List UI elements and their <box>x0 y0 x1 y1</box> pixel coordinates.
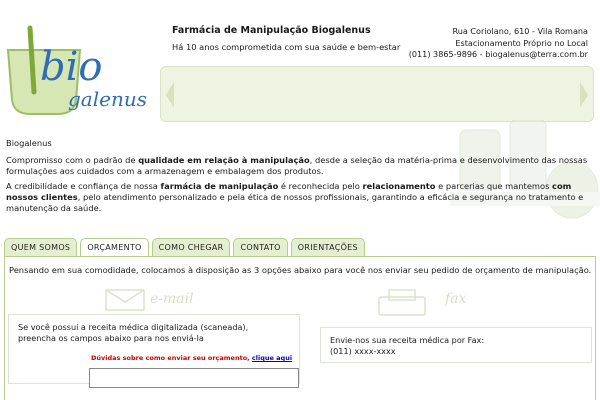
text-fragment: , pelo atendimento personalizado e pela … <box>6 192 584 213</box>
address-contact: (011) 3865-9896 - biogalenus@terra.com.b… <box>408 49 588 59</box>
tab-orcamento[interactable]: ORÇAMENTO <box>80 238 149 257</box>
text-fragment: é reconhecida pelo <box>278 181 363 191</box>
email-instructions-line1: Se você possui a receita médica digitali… <box>18 322 249 332</box>
text-fragment: Compromisso com o padrão de <box>6 155 139 165</box>
intro-paragraph-2: A credibilidade e confiança de nossa far… <box>6 181 592 214</box>
fax-instructions: Envie-nos sua receita médica por Fax: <box>330 335 485 345</box>
tab-orientacoes[interactable]: ORIENTAÇÕES <box>290 238 365 256</box>
text-fragment: A credibilidade e confiança de nossa <box>6 181 161 191</box>
fax-option-box: Envie-nos sua receita médica por Fax: (0… <box>320 327 592 363</box>
tab-contato[interactable]: CONTATO <box>233 238 288 256</box>
email-instructions-line2: preencha os campos abaixo para nos enviá… <box>18 333 204 343</box>
text-highlight: qualidade em relação à manipulação <box>138 155 310 165</box>
email-form-field[interactable] <box>89 368 299 388</box>
site-subtitle: Há 10 anos comprometida com sua saúde e … <box>172 42 401 52</box>
help-text: Dúvidas sobre como enviar seu orçamento,… <box>91 353 292 364</box>
tab-como-chegar[interactable]: COMO CHEGAR <box>151 238 231 256</box>
chevron-left-icon[interactable] <box>164 80 176 110</box>
help-link[interactable]: clique aqui <box>252 354 292 362</box>
intro-section: Biogalenus Compromisso com o padrão de q… <box>6 138 592 218</box>
tab-quem-somos[interactable]: QUEM SOMOS <box>4 238 78 256</box>
fax-watermark: fax <box>445 291 467 307</box>
panel-intro-text: Pensando em sua comodidade, colocamos à … <box>9 265 592 275</box>
banner-slider <box>160 66 594 122</box>
email-watermark: e-mail <box>150 291 194 307</box>
text-highlight: farmácia de manipulação <box>160 181 279 191</box>
fax-machine-icon <box>378 289 426 316</box>
address-block: Rua Coriolano, 610 - Vila Romana Estacio… <box>409 26 588 61</box>
address-parking: Estacionamento Próprio no Local <box>455 37 588 48</box>
help-label: Dúvidas sobre como enviar seu orçamento, <box>91 354 252 362</box>
envelope-icon <box>105 289 145 311</box>
chevron-right-icon[interactable] <box>578 80 590 110</box>
tab-panel-orcamento: Pensando em sua comodidade, colocamos à … <box>4 256 596 400</box>
email-option-box: Se você possui a receita médica digitali… <box>8 314 300 388</box>
logo-text-bottom: galenus <box>68 87 147 111</box>
logo-text-top: bio <box>40 44 102 90</box>
address-street: Rua Coriolano, 610 - Vila Romana <box>452 26 588 36</box>
intro-paragraph-1: Compromisso com o padrão de qualidade em… <box>6 155 592 177</box>
biogalenus-logo: bio galenus <box>6 25 147 115</box>
fax-number: (011) xxxx-xxxx <box>330 346 396 356</box>
text-highlight: relacionamento <box>362 181 436 191</box>
intro-title: Biogalenus <box>6 138 52 148</box>
site-title: Farmácia de Manipulação Biogalenus <box>172 25 371 36</box>
tab-bar: QUEM SOMOS ORÇAMENTO COMO CHEGAR CONTATO… <box>4 238 368 257</box>
text-fragment: e parcerias que mantemos <box>435 181 553 191</box>
